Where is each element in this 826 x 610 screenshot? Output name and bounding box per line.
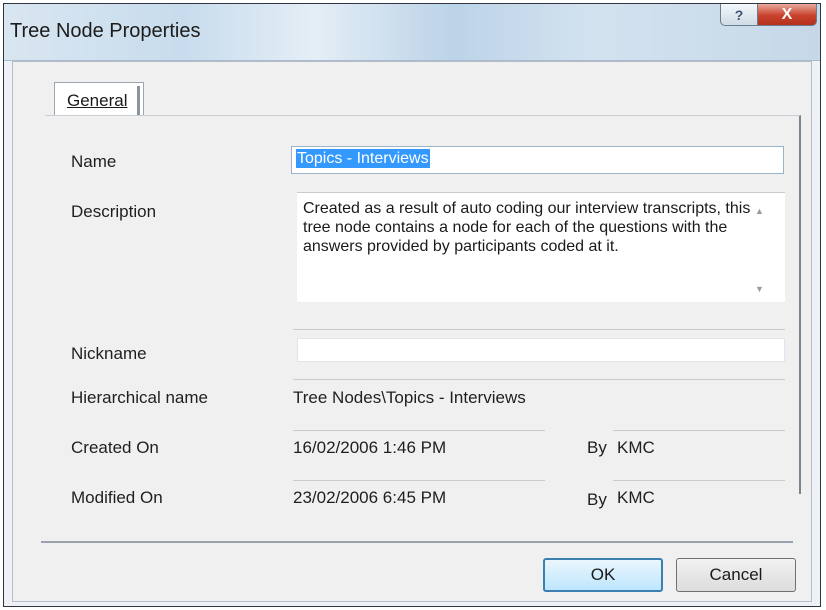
nickname-bottom-line — [293, 379, 785, 380]
description-value: Created as a result of auto coding our i… — [303, 200, 751, 255]
nickname-label: Nickname — [71, 344, 147, 363]
title-bar[interactable]: Tree Node Properties ? X — [4, 4, 820, 61]
button-separator — [41, 541, 793, 543]
ok-button[interactable]: OK — [543, 558, 663, 592]
name-label: Name — [71, 152, 117, 171]
modified-by-top-line — [613, 480, 785, 481]
created-on-label: Created On — [71, 438, 159, 457]
description-field[interactable]: Created as a result of auto coding our i… — [297, 192, 785, 302]
hierarchical-name-label: Hierarchical name — [71, 388, 208, 407]
modified-on-label: Modified On — [71, 488, 163, 507]
name-field[interactable]: Topics - Interviews — [291, 146, 784, 174]
created-top-line — [293, 430, 545, 431]
created-by-label: By — [587, 438, 607, 457]
tab-divider — [137, 86, 140, 116]
modified-by-value: KMC — [617, 488, 655, 507]
created-on-value: 16/02/2006 1:46 PM — [293, 438, 447, 457]
hierarchical-name-value: Tree Nodes\Topics - Interviews — [293, 388, 526, 407]
nickname-field[interactable] — [297, 338, 785, 362]
modified-on-value: 23/02/2006 6:45 PM — [293, 488, 447, 507]
description-label: Description — [71, 202, 157, 221]
modified-top-line — [293, 480, 545, 481]
properties-dialog: Tree Node Properties ? X General Name To… — [3, 3, 821, 607]
tab-general[interactable]: General — [54, 82, 144, 116]
close-button[interactable]: X — [757, 4, 817, 26]
description-bottom-line — [293, 329, 785, 330]
close-icon: X — [781, 5, 793, 23]
tab-general-label: General — [67, 91, 128, 110]
help-button[interactable]: ? — [720, 4, 758, 26]
cancel-button[interactable]: Cancel — [676, 558, 796, 592]
scroll-down-icon[interactable]: ▼ — [755, 284, 764, 294]
scroll-up-icon[interactable]: ▲ — [755, 206, 764, 216]
created-by-top-line — [613, 430, 785, 431]
created-by-value: KMC — [617, 438, 655, 457]
help-icon: ? — [734, 6, 744, 23]
dialog-body: General Name Topics - Interviews Descrip… — [12, 61, 812, 602]
modified-by-label: By — [587, 490, 607, 509]
name-value: Topics - Interviews — [296, 149, 430, 168]
dialog-title: Tree Node Properties — [10, 20, 201, 42]
